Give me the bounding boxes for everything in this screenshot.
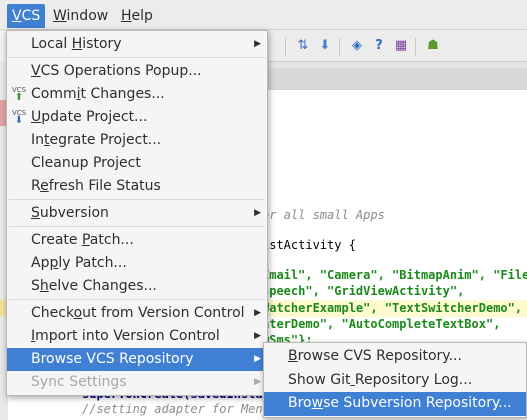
- code-string-line: WatcherExample", "TextSwitcherDemo",: [262, 301, 523, 315]
- vcs-menu-item-import-into-version-control[interactable]: Import into Version Control ▶: [7, 325, 267, 348]
- menu-separator: [9, 57, 265, 58]
- vcs-update-icon: VCS ⬇: [11, 109, 27, 126]
- code-comment: or all small Apps: [262, 208, 385, 222]
- menu-help[interactable]: Help: [116, 4, 158, 28]
- submenu-arrow-icon: ▶: [254, 354, 261, 364]
- download-icon[interactable]: ⬇: [317, 38, 333, 54]
- vcs-commit-icon: VCS ⬆: [11, 86, 27, 103]
- menu-item-label: Cleanup Project: [31, 155, 141, 171]
- vcs-menu-item-checkout-from-version-control[interactable]: Checkout from Version Control ▶: [7, 302, 267, 325]
- menu-item-label: Local History: [31, 36, 122, 52]
- menubar: VCS Window Help: [0, 0, 527, 30]
- android-icon[interactable]: ☗: [425, 38, 441, 54]
- submenu-arrow-icon: ▶: [254, 39, 261, 49]
- ide-toolbar: ⇅ ⬇ ◈ ? ▦ ☗: [255, 30, 527, 62]
- menu-vcs[interactable]: VCS: [7, 4, 46, 28]
- vcs-menu-item-browse-vcs-repository[interactable]: Browse VCS Repository ▶: [7, 348, 267, 371]
- vcs-menu-item-local-history[interactable]: Local History ▶: [7, 33, 267, 56]
- editor-tabstrip: [255, 62, 527, 90]
- submenu-arrow-icon: ▶: [254, 308, 261, 318]
- vcs-menu-item-update-project[interactable]: Update Project... VCS ⬇: [7, 106, 267, 129]
- vcs-menu-item-apply-patch[interactable]: Apply Patch...: [7, 252, 267, 275]
- menu-item-label: Apply Patch...: [31, 255, 127, 271]
- code-string-line: Speech", "GridViewActivity",: [262, 284, 465, 298]
- vcs-menu-item-sync-settings: Sync Settings ▶: [7, 371, 267, 394]
- vcs-menu: Local History ▶ VCS Operations Popup... Com…: [6, 30, 268, 396]
- vcs-menu-item-integrate-project[interactable]: Integrate Project...: [7, 129, 267, 152]
- menu-separator: [9, 226, 265, 227]
- layers-icon[interactable]: ◈: [349, 38, 365, 54]
- toolbar-separator: [339, 38, 340, 56]
- toolbar-separator: [415, 38, 416, 56]
- menu-item-label: Import into Version Control: [31, 328, 220, 344]
- tab-area: [255, 68, 527, 90]
- menu-item-label: Refresh File Status: [31, 178, 161, 194]
- code-comment: //setting adapter for Menu: [82, 402, 270, 416]
- vcs-menu-item-commit-changes[interactable]: Commit Changes... VCS ⬆: [7, 83, 267, 106]
- menu-item-label: Commit Changes...: [31, 86, 165, 102]
- code-string-line: Email", "Camera", "BitmapAnim", "File: [262, 268, 527, 282]
- code-string-line: aterDemo", "AutoCompleteTextBox",: [262, 317, 501, 331]
- menu-separator: [9, 299, 265, 300]
- menu-item-label: Checkout from Version Control: [31, 305, 245, 321]
- browse-submenu-item-browse-cvs-repository[interactable]: Browse CVS Repository...: [264, 345, 526, 369]
- menu-item-label: Update Project...: [31, 109, 148, 125]
- vcs-menu-item-vcs-operations-popup[interactable]: VCS Operations Popup...: [7, 60, 267, 83]
- submenu-arrow-icon: ▶: [254, 377, 261, 387]
- menu-item-label: Browse CVS Repository...: [288, 348, 462, 364]
- help-icon[interactable]: ?: [371, 38, 387, 54]
- menu-item-label: Shelve Changes...: [31, 278, 157, 294]
- menu-item-label: Browse Subversion Repository...: [288, 395, 512, 411]
- menu-item-label: Show Git Repository Log...: [288, 372, 473, 388]
- submenu-arrow-icon: ▶: [254, 331, 261, 341]
- menu-item-label: Browse VCS Repository: [31, 351, 194, 367]
- menu-item-label: Subversion: [31, 205, 109, 221]
- vcs-menu-item-subversion[interactable]: Subversion ▶: [7, 202, 267, 225]
- menu-separator: [9, 199, 265, 200]
- vcs-menu-item-cleanup-project[interactable]: Cleanup Project: [7, 152, 267, 175]
- vcs-menu-item-refresh-file-status[interactable]: Refresh File Status: [7, 175, 267, 198]
- sync-icon[interactable]: ⇅: [295, 38, 311, 54]
- submenu-arrow-icon: ▶: [254, 208, 261, 218]
- vcs-menu-item-shelve-changes[interactable]: Shelve Changes...: [7, 275, 267, 298]
- browse-submenu-item-show-git-repository-log[interactable]: Show Git Repository Log...: [264, 369, 526, 393]
- browse-vcs-submenu: Browse CVS Repository... Show Git Reposit…: [263, 342, 527, 418]
- vcs-menu-item-create-patch[interactable]: Create Patch...: [7, 229, 267, 252]
- toolbar-separator: [285, 38, 286, 56]
- menu-item-label: Integrate Project...: [31, 132, 162, 148]
- browse-submenu-item-browse-subversion-repository[interactable]: Browse Subversion Repository...: [264, 392, 526, 416]
- menu-item-label: Sync Settings: [31, 374, 127, 390]
- menu-item-label: Create Patch...: [31, 232, 134, 248]
- apps-icon[interactable]: ▦: [393, 38, 409, 54]
- code-class-decl: istActivity {: [262, 238, 356, 252]
- menu-window[interactable]: Window: [48, 4, 113, 28]
- menu-item-label: VCS Operations Popup...: [31, 63, 202, 79]
